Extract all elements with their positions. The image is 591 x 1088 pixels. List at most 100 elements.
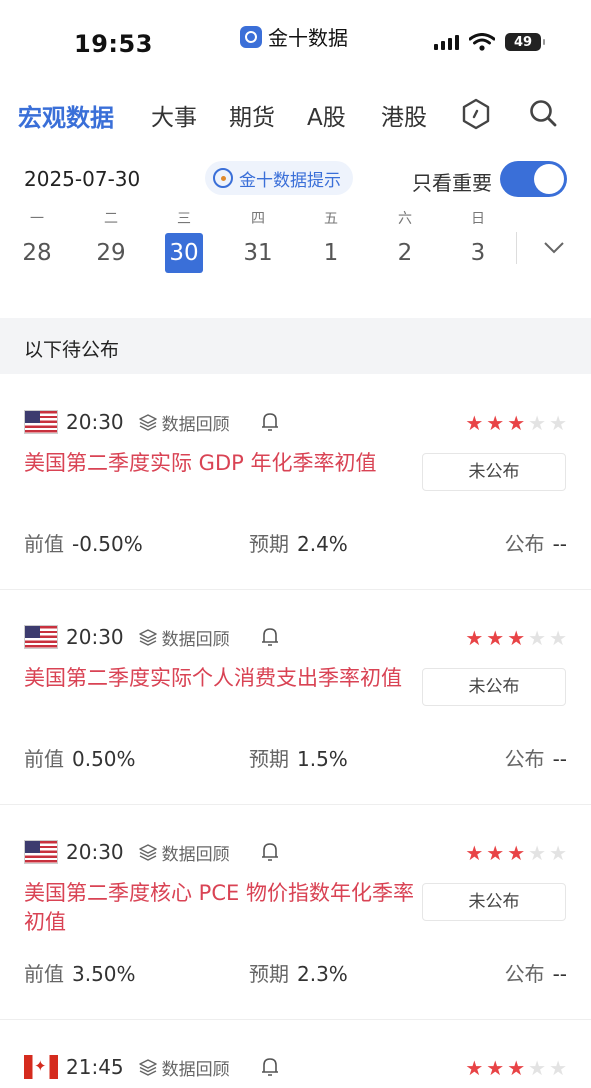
search-icon[interactable] (528, 98, 558, 128)
star-filled-icon: ★ (465, 1056, 484, 1080)
bell-icon[interactable] (260, 411, 280, 433)
layers-icon (138, 629, 157, 646)
day-number: 28 (22, 240, 52, 266)
data-review-button[interactable]: 数据回顾 (138, 410, 230, 435)
forecast-value-number: 2.3% (297, 962, 348, 986)
day-of-week: 五 (324, 211, 338, 227)
forecast-value: 预期 2.4% (249, 532, 348, 556)
event-time: 21:45 (66, 1055, 124, 1079)
status-bar: 19:53 金十数据 49 (0, 0, 591, 78)
status-time: 19:53 (74, 30, 153, 58)
star-empty-icon: ★ (549, 841, 567, 865)
star-empty-icon: ★ (528, 841, 547, 865)
day-item[interactable]: 日 3 (458, 210, 498, 273)
bell-icon[interactable] (260, 626, 280, 648)
star-filled-icon: ★ (486, 626, 505, 650)
day-item[interactable]: 二 29 (91, 210, 131, 273)
tab-futures[interactable]: 期货 (229, 98, 275, 132)
event-card[interactable]: 20:30 数据回顾 ★ ★ ★ ★ ★ 美国第二季度实际 GDP 年化季率初值 未公布… (0, 375, 591, 590)
actual-value: 公布 -- (504, 532, 567, 556)
event-title[interactable]: 美国第二季度实际个人消费支出季率初值 (24, 664, 414, 693)
date-row: 2025-07-30 金十数据提示 只看重要 (0, 160, 591, 200)
day-of-week: 六 (398, 211, 412, 227)
hexagon-settings-icon[interactable] (460, 98, 492, 130)
event-meta: 20:30 数据回顾 (24, 624, 280, 650)
toggle-knob (534, 164, 564, 194)
day-number: 1 (323, 240, 339, 266)
bell-icon[interactable] (260, 841, 280, 863)
actual-value: 公布 -- (504, 962, 567, 986)
event-meta: 20:30 数据回顾 (24, 839, 280, 865)
release-status-button[interactable]: 未公布 (422, 883, 566, 921)
day-item[interactable]: 一 28 (17, 210, 57, 273)
previous-value: 前值 0.50% (24, 747, 136, 771)
importance-stars: ★ ★ ★ ★ ★ (465, 843, 567, 863)
importance-stars: ★ ★ ★ ★ ★ (465, 413, 567, 433)
data-review-label: 数据回顾 (161, 629, 230, 650)
event-values: 前值 0.50% 预期 1.5% 公布 -- (24, 743, 567, 773)
star-empty-icon: ★ (549, 626, 567, 650)
day-number: 3 (470, 240, 486, 266)
data-review-label: 数据回顾 (161, 1059, 230, 1080)
star-filled-icon: ★ (486, 411, 505, 435)
bell-icon[interactable] (260, 1056, 280, 1078)
week-strip: 一 28 二 29 三 30 四 31 五 1 六 2 日 3 (0, 210, 591, 280)
hint-icon (213, 168, 233, 188)
previous-value-number: 3.50% (72, 962, 136, 986)
forecast-value-number: 1.5% (297, 747, 348, 771)
event-meta: 21:45 数据回顾 (24, 1054, 280, 1080)
selected-date[interactable]: 2025-07-30 (24, 167, 140, 191)
battery-icon: 49 (505, 33, 545, 51)
us-flag-icon (24, 625, 58, 649)
previous-value: 前值 -0.50% (24, 532, 143, 556)
importance-stars: ★ ★ ★ ★ ★ (465, 1058, 567, 1078)
tab-macro-data[interactable]: 宏观数据 (18, 98, 114, 133)
tab-a-shares[interactable]: A股 (307, 98, 346, 132)
event-time: 20:30 (66, 410, 124, 434)
day-item[interactable]: 五 1 (311, 210, 351, 273)
actual-value-number: -- (552, 962, 567, 986)
star-empty-icon: ★ (528, 1056, 547, 1080)
previous-value: 前值 3.50% (24, 962, 136, 986)
cellular-signal-icon (434, 34, 459, 50)
section-title: 以下待公布 (24, 339, 120, 361)
forecast-value: 预期 2.3% (249, 962, 348, 986)
previous-value-number: 0.50% (72, 747, 136, 771)
data-review-button[interactable]: 数据回顾 (138, 625, 230, 650)
data-review-button[interactable]: 数据回顾 (138, 1055, 230, 1080)
app-indicator[interactable]: 金十数据 (240, 22, 348, 51)
event-title[interactable]: 美国第二季度核心 PCE 物价指数年化季率初值 (24, 879, 414, 937)
star-empty-icon: ★ (528, 411, 547, 435)
wifi-icon (469, 33, 495, 51)
canada-flag-icon (24, 1055, 58, 1079)
us-flag-icon (24, 840, 58, 864)
data-review-button[interactable]: 数据回顾 (138, 840, 230, 865)
system-icons: 49 (434, 33, 545, 51)
us-flag-icon (24, 410, 58, 434)
section-header: 以下待公布 (0, 318, 591, 374)
day-of-week: 四 (251, 211, 265, 227)
tab-hk-shares[interactable]: 港股 (381, 98, 427, 132)
tab-events[interactable]: 大事 (151, 98, 197, 132)
star-empty-icon: ★ (549, 411, 567, 435)
star-filled-icon: ★ (486, 1056, 505, 1080)
event-card[interactable]: 20:30 数据回顾 ★ ★ ★ ★ ★ 美国第二季度实际个人消费支出季率初值 未公布 … (0, 590, 591, 805)
event-title[interactable]: 美国第二季度实际 GDP 年化季率初值 (24, 449, 414, 478)
actual-value-number: -- (552, 532, 567, 556)
day-item[interactable]: 六 2 (385, 210, 425, 273)
event-card[interactable]: 21:45 数据回顾 ★★★★★ (0, 1020, 591, 1088)
star-filled-icon: ★ (465, 411, 484, 435)
event-card[interactable]: 20:30 数据回顾 ★ ★ ★ ★ ★ 美国第二季度核心 PCE 物价指数年化季率初值… (0, 805, 591, 1020)
day-item[interactable]: 四 31 (238, 210, 278, 273)
data-hint-button[interactable]: 金十数据提示 (205, 161, 353, 195)
event-meta: 20:30 数据回顾 (24, 409, 280, 435)
hint-label: 金十数据提示 (239, 170, 341, 191)
release-status-button[interactable]: 未公布 (422, 453, 566, 491)
forecast-value: 预期 1.5% (249, 747, 348, 771)
important-only-toggle[interactable] (500, 161, 567, 197)
day-item-selected[interactable]: 三 30 (165, 210, 203, 273)
data-review-label: 数据回顾 (161, 414, 230, 435)
chevron-down-icon[interactable] (543, 236, 565, 258)
release-status-button[interactable]: 未公布 (422, 668, 566, 706)
star-filled-icon: ★ (507, 1056, 526, 1080)
